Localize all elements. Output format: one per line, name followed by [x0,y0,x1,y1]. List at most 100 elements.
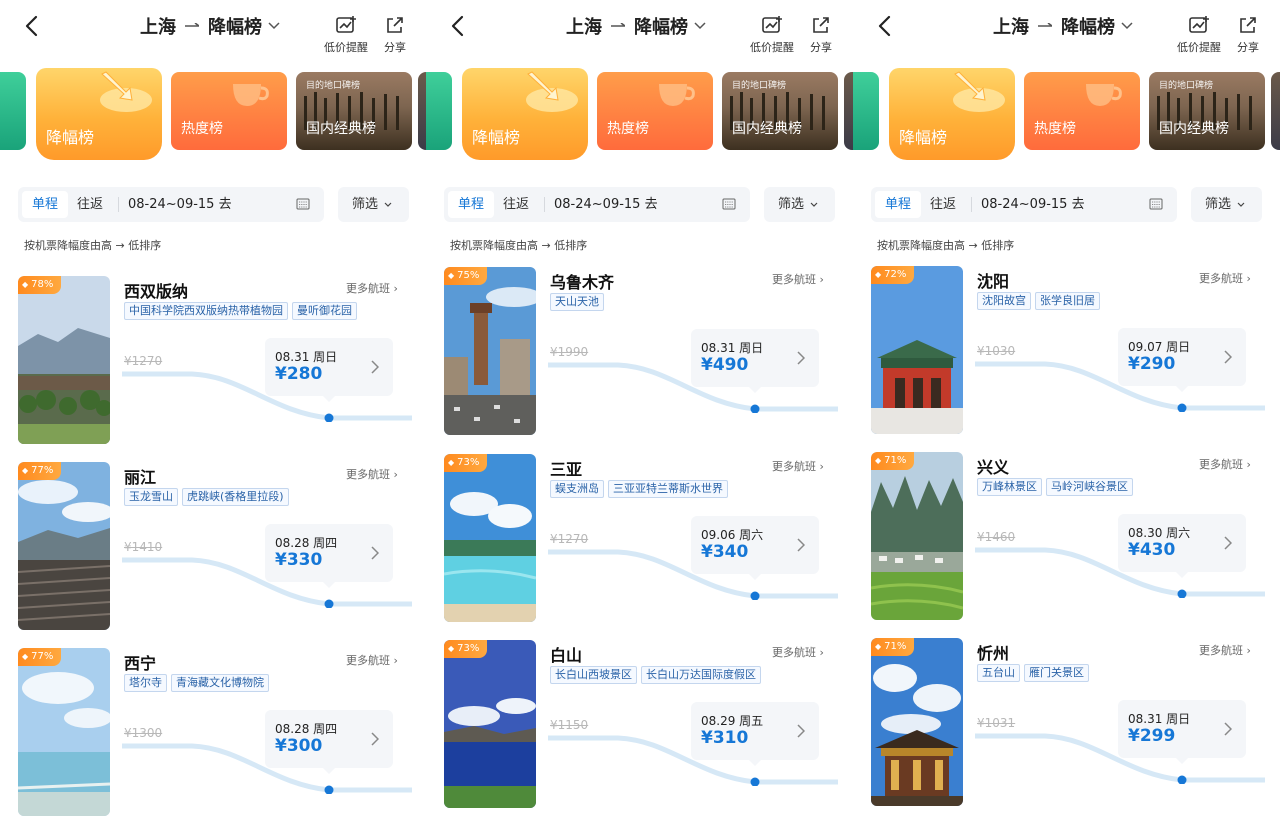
list-item[interactable]: ◆ 75% 乌鲁木齐 更多航班 › 天山天池 ¥1990 08.31 周日 ¥49… [426,267,853,437]
banner-prev[interactable] [426,72,452,150]
destination-image[interactable]: ◆ 73% [444,640,536,808]
attraction-tag[interactable]: 塔尔寺 [124,674,167,692]
destination-image[interactable]: ◆ 75% [444,267,536,435]
attraction-tag[interactable]: 中国科学院西双版纳热带植物园 [124,302,288,320]
list-item[interactable]: ◆ 73% 白山 更多航班 › 长白山西坡景区 长白山万达国际度假区 ¥1150 … [426,640,853,810]
date-range[interactable]: 08-24~09-15 去 [128,191,232,218]
lowest-price-box[interactable]: 08.31 周日 ¥299 [1118,700,1246,764]
list-item[interactable]: ◆ 71% 忻州 更多航班 › 五台山 雁门关景区 ¥1031 08.31 周日 … [853,638,1280,808]
attraction-tag[interactable]: 三亚亚特兰蒂斯水世界 [608,480,728,498]
route-title[interactable]: 上海 降幅榜 [140,12,280,40]
filter-button[interactable]: 筛选 [764,187,835,222]
banner-prev[interactable] [0,72,26,150]
banner-hot-ranking[interactable]: 热度榜 [597,72,713,150]
banner-classic-ranking[interactable]: 目的地口碑榜 国内经典榜 [1149,72,1265,150]
price-alert-button[interactable]: 低价提醒 [1177,14,1221,55]
attraction-tag[interactable]: 曼听御花园 [292,302,357,320]
banner-classic-ranking[interactable]: 目的地口碑榜 国内经典榜 [296,72,412,150]
tab-oneway[interactable]: 单程 [448,191,494,218]
lowest-price-box[interactable]: 08.29 周五 ¥310 [691,702,819,766]
list-item[interactable]: ◆ 72% 沈阳 更多航班 › 沈阳故宫 张学良旧居 ¥1030 09.07 周日… [853,266,1280,436]
attraction-tag[interactable]: 玉龙雪山 [124,488,178,506]
attraction-tag[interactable]: 蜈支洲岛 [550,480,604,498]
destination-image[interactable]: ◆ 73% [444,454,536,622]
attraction-tag[interactable]: 虎跳峡(香格里拉段) [182,488,289,506]
tab-oneway[interactable]: 单程 [875,191,921,218]
more-flights-link[interactable]: 更多航班 › [346,280,398,296]
city-name[interactable]: 西双版纳 [124,278,188,302]
destination-image[interactable]: ◆ 78% [18,276,110,444]
share-button[interactable]: 分享 [1237,14,1259,55]
city-name[interactable]: 兴义 [977,454,1009,478]
list-item[interactable]: ◆ 71% 兴义 更多航班 › 万峰林景区 马岭河峡谷景区 ¥1460 08.30… [853,452,1280,622]
back-arrow-icon[interactable] [448,14,468,38]
route-title[interactable]: 上海 降幅榜 [993,12,1133,40]
city-name[interactable]: 三亚 [550,456,582,480]
destination-image[interactable]: ◆ 71% [871,638,963,806]
back-arrow-icon[interactable] [875,14,895,38]
city-name[interactable]: 丽江 [124,464,156,488]
banner-hot-ranking[interactable]: 热度榜 [171,72,287,150]
city-name[interactable]: 沈阳 [977,268,1009,292]
lowest-price-box[interactable]: 09.07 周日 ¥290 [1118,328,1246,392]
more-flights-link[interactable]: 更多航班 › [346,466,398,482]
more-flights-link[interactable]: 更多航班 › [1199,456,1251,472]
lowest-price-box[interactable]: 08.31 周日 ¥280 [265,338,393,402]
list-item[interactable]: ◆ 78% 西双版纳 更多航班 › 中国科学院西双版纳热带植物园 曼听御花园 ¥1… [0,276,427,446]
calendar-icon[interactable] [1149,198,1163,210]
more-flights-link[interactable]: 更多航班 › [346,652,398,668]
list-item[interactable]: ◆ 77% 丽江 更多航班 › 玉龙雪山 虎跳峡(香格里拉段) ¥1410 08.… [0,462,427,632]
attraction-tag[interactable]: 雁门关景区 [1024,664,1089,682]
banner-drop-ranking[interactable]: 降幅榜 [36,68,162,160]
more-flights-link[interactable]: 更多航班 › [772,271,824,287]
lowest-price-box[interactable]: 08.28 周四 ¥300 [265,710,393,774]
date-range[interactable]: 08-24~09-15 去 [554,191,658,218]
attraction-tag[interactable]: 长白山西坡景区 [550,666,637,684]
city-name[interactable]: 西宁 [124,650,156,674]
city-name[interactable]: 忻州 [977,640,1009,664]
price-alert-button[interactable]: 低价提醒 [750,14,794,55]
attraction-tag[interactable]: 天山天池 [550,293,604,311]
lowest-price-box[interactable]: 08.31 周日 ¥490 [691,329,819,393]
share-button[interactable]: 分享 [810,14,832,55]
calendar-icon[interactable] [296,198,310,210]
filter-button[interactable]: 筛选 [338,187,409,222]
share-button[interactable]: 分享 [384,14,406,55]
lowest-price-box[interactable]: 09.06 周六 ¥340 [691,516,819,580]
price-alert-button[interactable]: 低价提醒 [324,14,368,55]
filter-button[interactable]: 筛选 [1191,187,1262,222]
attraction-tag[interactable]: 沈阳故宫 [977,292,1031,310]
destination-image[interactable]: ◆ 72% [871,266,963,434]
date-range[interactable]: 08-24~09-15 去 [981,191,1085,218]
banner-prev[interactable] [853,72,879,150]
more-flights-link[interactable]: 更多航班 › [1199,270,1251,286]
tab-roundtrip[interactable]: 往返 [496,191,536,218]
attraction-tag[interactable]: 张学良旧居 [1035,292,1100,310]
list-item[interactable]: ◆ 77% 西宁 更多航班 › 塔尔寺 青海藏文化博物院 ¥1300 08.28 … [0,648,427,818]
destination-image[interactable]: ◆ 71% [871,452,963,620]
city-name[interactable]: 白山 [550,642,582,666]
banner-drop-ranking[interactable]: 降幅榜 [889,68,1015,160]
back-arrow-icon[interactable] [22,14,42,38]
more-flights-link[interactable]: 更多航班 › [772,644,824,660]
tab-oneway[interactable]: 单程 [22,191,68,218]
more-flights-link[interactable]: 更多航班 › [772,458,824,474]
destination-image[interactable]: ◆ 77% [18,648,110,816]
attraction-tag[interactable]: 马岭河峡谷景区 [1046,478,1133,496]
more-flights-link[interactable]: 更多航班 › [1199,642,1251,658]
city-name[interactable]: 乌鲁木齐 [550,269,614,293]
attraction-tag[interactable]: 五台山 [977,664,1020,682]
route-title[interactable]: 上海 降幅榜 [566,12,706,40]
banner-drop-ranking[interactable]: 降幅榜 [462,68,588,160]
destination-image[interactable]: ◆ 77% [18,462,110,630]
attraction-tag[interactable]: 青海藏文化博物院 [171,674,269,692]
banner-classic-ranking[interactable]: 目的地口碑榜 国内经典榜 [722,72,838,150]
attraction-tag[interactable]: 万峰林景区 [977,478,1042,496]
lowest-price-box[interactable]: 08.30 周六 ¥430 [1118,514,1246,578]
banner-next[interactable] [844,72,853,150]
banner-hot-ranking[interactable]: 热度榜 [1024,72,1140,150]
list-item[interactable]: ◆ 73% 三亚 更多航班 › 蜈支洲岛 三亚亚特兰蒂斯水世界 ¥1270 09.… [426,454,853,624]
attraction-tag[interactable]: 长白山万达国际度假区 [641,666,761,684]
lowest-price-box[interactable]: 08.28 周四 ¥330 [265,524,393,588]
tab-roundtrip[interactable]: 往返 [923,191,963,218]
